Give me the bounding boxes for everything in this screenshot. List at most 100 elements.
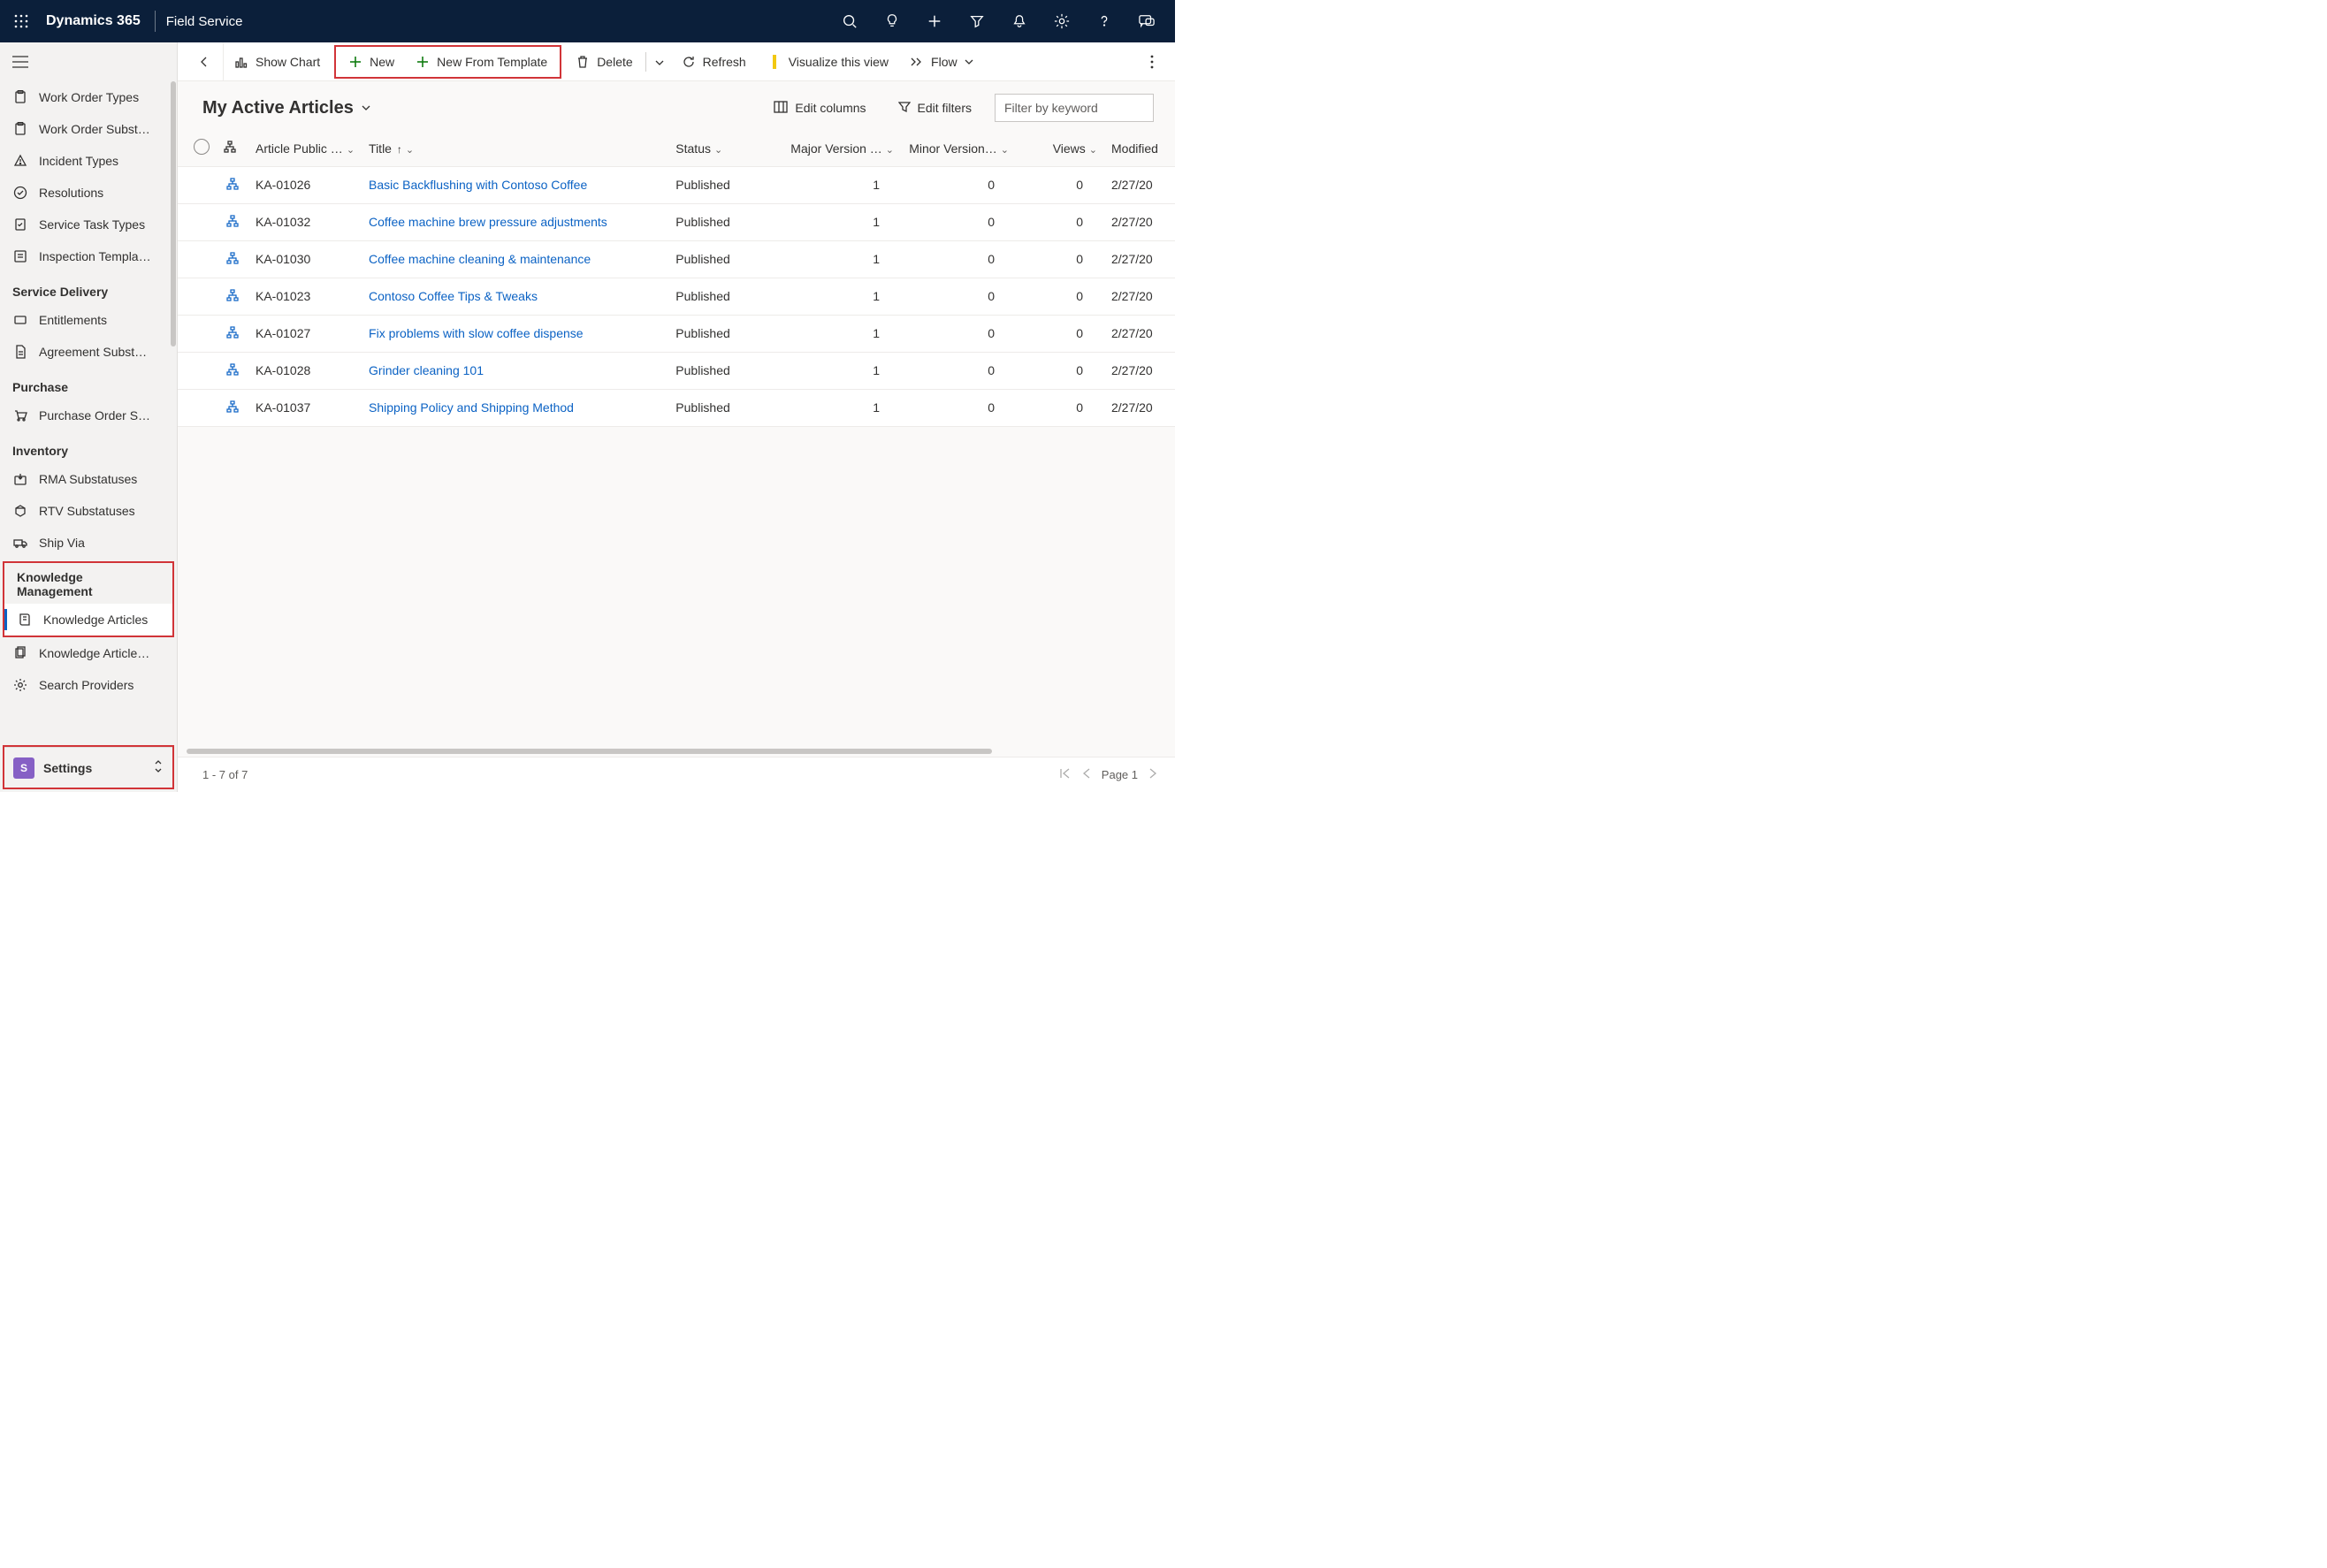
hierarchy-icon[interactable] [217, 315, 248, 352]
chart-icon [234, 55, 248, 69]
col-minor-version[interactable]: Minor Version…⌄ [901, 131, 1016, 166]
bell-icon[interactable] [998, 0, 1041, 42]
cell-minor: 0 [901, 203, 1016, 240]
hierarchy-icon[interactable] [217, 278, 248, 315]
sidebar-item-knowledge-articles[interactable]: Knowledge Articles [4, 604, 172, 636]
sidebar-item-inspection-templates[interactable]: Inspection Templa… [0, 240, 177, 272]
command-bar: Show Chart New New From Template Delete [178, 42, 1175, 81]
more-commands-button[interactable] [1136, 46, 1168, 78]
col-article-public[interactable]: Article Public …⌄ [248, 131, 362, 166]
col-title[interactable]: Title ↑⌄ [362, 131, 668, 166]
sidebar-item-work-order-types[interactable]: Work Order Types [0, 81, 177, 113]
sidebar-item-search-providers[interactable]: Search Providers [0, 669, 177, 701]
row-select[interactable] [178, 315, 217, 352]
sidebar-scrollbar[interactable] [170, 81, 177, 745]
delete-button[interactable]: Delete [565, 46, 643, 78]
view-picker[interactable]: My Active Articles [202, 98, 371, 118]
table-row[interactable]: KA-01023Contoso Coffee Tips & TweaksPubl… [178, 278, 1175, 315]
sidebar-collapse-icon[interactable] [0, 42, 177, 81]
cell-title[interactable]: Shipping Policy and Shipping Method [362, 389, 668, 426]
visualize-button[interactable]: Visualize this view [757, 46, 899, 78]
row-select[interactable] [178, 240, 217, 278]
col-modified[interactable]: Modified [1104, 131, 1175, 166]
sidebar-item-label: RMA Substatuses [39, 472, 137, 486]
module-name[interactable]: Field Service [166, 14, 243, 29]
prev-page-button[interactable] [1082, 768, 1091, 781]
sidebar-item-service-task-types[interactable]: Service Task Types [0, 209, 177, 240]
sidebar-item-purchase-order[interactable]: Purchase Order S… [0, 400, 177, 431]
first-page-button[interactable] [1059, 768, 1072, 781]
row-select[interactable] [178, 278, 217, 315]
hierarchy-icon[interactable] [217, 389, 248, 426]
delete-dropdown-caret[interactable] [648, 55, 671, 69]
sidebar-item-entitlements[interactable]: Entitlements [0, 304, 177, 336]
lightbulb-icon[interactable] [871, 0, 913, 42]
cell-modified: 2/27/20 [1104, 203, 1175, 240]
table-row[interactable]: KA-01032Coffee machine brew pressure adj… [178, 203, 1175, 240]
col-status[interactable]: Status⌄ [668, 131, 783, 166]
help-icon[interactable] [1083, 0, 1125, 42]
hierarchy-header[interactable] [217, 131, 248, 166]
table-row[interactable]: KA-01030Coffee machine cleaning & mainte… [178, 240, 1175, 278]
hierarchy-icon[interactable] [217, 203, 248, 240]
cell-views: 0 [1016, 278, 1104, 315]
pager: Page 1 [1059, 768, 1157, 781]
cell-title[interactable]: Coffee machine brew pressure adjustments [362, 203, 668, 240]
col-major-version[interactable]: Major Version …⌄ [783, 131, 901, 166]
table-row[interactable]: KA-01027Fix problems with slow coffee di… [178, 315, 1175, 352]
app-title[interactable]: Dynamics 365 [42, 13, 151, 29]
edit-filters-button[interactable]: Edit filters [889, 95, 980, 121]
sidebar-item-label: Ship Via [39, 536, 85, 550]
filter-funnel-icon[interactable] [956, 0, 998, 42]
highlighted-new-buttons: New New From Template [334, 45, 561, 79]
cell-title[interactable]: Grinder cleaning 101 [362, 352, 668, 389]
filter-keyword-input[interactable] [995, 94, 1154, 122]
cell-title[interactable]: Fix problems with slow coffee dispense [362, 315, 668, 352]
table-row[interactable]: KA-01026Basic Backflushing with Contoso … [178, 166, 1175, 203]
next-page-button[interactable] [1148, 768, 1157, 781]
app-launcher-waffle-icon[interactable] [0, 0, 42, 42]
assistant-icon[interactable] [1125, 0, 1168, 42]
col-views[interactable]: Views⌄ [1016, 131, 1104, 166]
cell-title[interactable]: Basic Backflushing with Contoso Coffee [362, 166, 668, 203]
cell-article-id: KA-01023 [248, 278, 362, 315]
hierarchy-icon[interactable] [217, 166, 248, 203]
sidebar-item-agreement-subst[interactable]: Agreement Subst… [0, 336, 177, 368]
row-select[interactable] [178, 352, 217, 389]
row-select[interactable] [178, 389, 217, 426]
sidebar-item-resolutions[interactable]: Resolutions [0, 177, 177, 209]
gear-icon[interactable] [1041, 0, 1083, 42]
sidebar-item-ship-via[interactable]: Ship Via [0, 527, 177, 559]
cell-minor: 0 [901, 240, 1016, 278]
flow-button[interactable]: Flow [899, 46, 984, 78]
new-button[interactable]: New [338, 46, 405, 78]
hierarchy-icon[interactable] [217, 240, 248, 278]
cell-title[interactable]: Contoso Coffee Tips & Tweaks [362, 278, 668, 315]
back-button[interactable] [185, 42, 224, 81]
show-chart-button[interactable]: Show Chart [224, 46, 331, 78]
select-all-header[interactable] [178, 131, 217, 166]
sidebar-item-rtv-substatuses[interactable]: RTV Substatuses [0, 495, 177, 527]
row-select[interactable] [178, 166, 217, 203]
plus-icon[interactable] [913, 0, 956, 42]
hierarchy-icon[interactable] [217, 352, 248, 389]
sidebar-item-incident-types[interactable]: Incident Types [0, 145, 177, 177]
sidebar-item-label: Service Task Types [39, 217, 145, 232]
sidebar-item-label: Knowledge Articles [43, 613, 148, 627]
new-from-template-button[interactable]: New From Template [405, 46, 558, 78]
refresh-icon [682, 55, 696, 69]
search-icon[interactable] [828, 0, 871, 42]
refresh-button[interactable]: Refresh [671, 46, 757, 78]
table-row[interactable]: KA-01037Shipping Policy and Shipping Met… [178, 389, 1175, 426]
sidebar-item-knowledge-article-templates[interactable]: Knowledge Article… [0, 637, 177, 669]
cell-minor: 0 [901, 166, 1016, 203]
sidebar-item-work-order-subst[interactable]: Work Order Subst… [0, 113, 177, 145]
area-switcher-settings[interactable]: S Settings [4, 747, 172, 788]
table-row[interactable]: KA-01028Grinder cleaning 101Published100… [178, 352, 1175, 389]
horizontal-scrollbar[interactable] [187, 746, 1157, 757]
row-select[interactable] [178, 203, 217, 240]
edit-columns-button[interactable]: Edit columns [765, 95, 874, 121]
sidebar-item-rma-substatuses[interactable]: RMA Substatuses [0, 463, 177, 495]
cell-title[interactable]: Coffee machine cleaning & maintenance [362, 240, 668, 278]
cell-major: 1 [783, 352, 901, 389]
